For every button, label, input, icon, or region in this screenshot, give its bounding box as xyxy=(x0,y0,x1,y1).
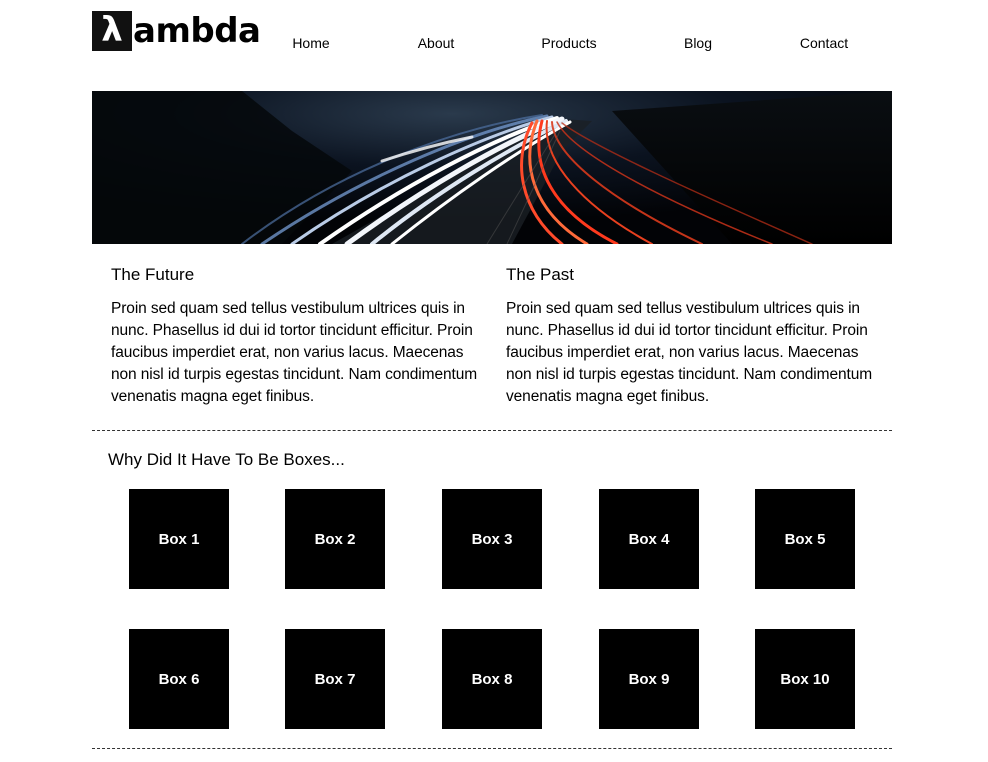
article-title: The Future xyxy=(111,265,195,284)
box-5: Box 5 xyxy=(755,489,855,589)
box-10: Box 10 xyxy=(755,629,855,729)
nav-products-link[interactable]: Products xyxy=(541,35,596,51)
article-title: The Past xyxy=(506,265,575,284)
article-body: Proin sed quam sed tellus vestibulum ult… xyxy=(111,300,478,405)
box-9: Box 9 xyxy=(599,629,699,729)
article-the-past: The Past Proin sed quam sed tellus vesti… xyxy=(506,264,878,408)
box-1: Box 1 xyxy=(129,489,229,589)
box-8: Box 8 xyxy=(442,629,542,729)
section-divider-top xyxy=(92,430,892,431)
article-body: Proin sed quam sed tellus vestibulum ult… xyxy=(506,300,873,405)
article-the-future: The Future Proin sed quam sed tellus ves… xyxy=(111,264,483,408)
box-4: Box 4 xyxy=(599,489,699,589)
nav-blog-link[interactable]: Blog xyxy=(684,35,712,51)
nav-about-link[interactable]: About xyxy=(418,35,455,51)
box-6: Box 6 xyxy=(129,629,229,729)
box-2: Box 2 xyxy=(285,489,385,589)
nav-contact-link[interactable]: Contact xyxy=(800,35,848,51)
logo-wordmark: ambda xyxy=(133,11,261,51)
logo[interactable]: λ ambda xyxy=(92,10,261,51)
boxes-section-title: Why Did It Have To Be Boxes... xyxy=(108,450,345,469)
nav-home-link[interactable]: Home xyxy=(292,35,329,51)
hero-image xyxy=(92,91,892,244)
box-7: Box 7 xyxy=(285,629,385,729)
highway-light-trails-image xyxy=(92,91,892,244)
section-divider-bottom xyxy=(92,748,892,749)
lambda-logo-icon: λ xyxy=(92,10,132,51)
box-3: Box 3 xyxy=(442,489,542,589)
